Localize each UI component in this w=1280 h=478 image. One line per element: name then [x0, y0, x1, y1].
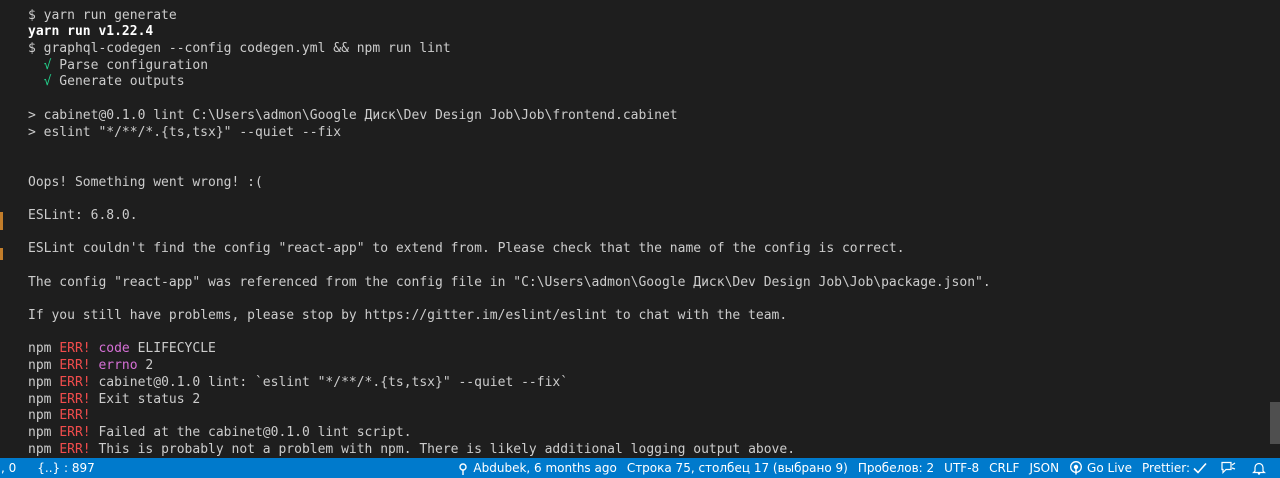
- npm-prefix: npm: [28, 374, 60, 390]
- npm-err-tag: ERR!: [59, 441, 91, 457]
- status-indentation[interactable]: Пробелов: 2: [853, 458, 939, 478]
- npm-err-tag: ERR!: [59, 391, 91, 407]
- terminal-line: npm ERR! cabinet@0.1.0 lint: `eslint "*/…: [28, 375, 1258, 392]
- terminal-line: > cabinet@0.1.0 lint C:\Users\admon\Goog…: [28, 108, 1258, 125]
- terminal-line: $ graphql-codegen --config codegen.yml &…: [28, 41, 1258, 58]
- status-go-live[interactable]: Go Live: [1064, 458, 1137, 478]
- line-text: 2: [137, 358, 154, 374]
- status-cursor-fragment[interactable]: , 0: [0, 458, 21, 478]
- line-text: Failed at the cabinet@0.1.0 lint script.: [90, 424, 412, 440]
- terminal-line: > eslint "*/**/*.{ts,tsx}" --quiet --fix: [28, 125, 1258, 142]
- terminal-line: npm ERR! errno 2: [28, 358, 1258, 375]
- line-text: Parse configuration: [51, 57, 209, 73]
- status-git-blame[interactable]: Abdubek, 6 months ago: [452, 458, 621, 478]
- npm-err-tag: ERR!: [59, 408, 91, 424]
- terminal-line: npm ERR! This is probably not a problem …: [28, 442, 1258, 458]
- status-cursor-position[interactable]: Строка 75, столбец 17 (выбрано 9): [622, 458, 853, 478]
- line-text: $ yarn run generate: [28, 7, 177, 23]
- terminal-output: $ yarn run generate yarn run v1.22.4 $ gra…: [28, 0, 1258, 458]
- terminal-line: npm ERR!: [28, 408, 1258, 425]
- git-blame-label: Abdubek, 6 months ago: [473, 461, 617, 475]
- line-text: Generate outputs: [51, 74, 185, 90]
- npm-prefix: npm: [28, 341, 60, 357]
- terminal-line: Oops! Something went wrong! :(: [28, 175, 1258, 192]
- line-text: Oops! Something went wrong! :(: [28, 174, 263, 190]
- terminal-line: npm ERR! Exit status 2: [28, 392, 1258, 409]
- npm-err-tag: ERR!: [59, 358, 91, 374]
- status-language-mode[interactable]: JSON: [1024, 458, 1064, 478]
- terminal-line: If you still have problems, please stop …: [28, 308, 1258, 325]
- line-text: The config "react-app" was referenced fr…: [28, 274, 991, 290]
- npm-prefix: npm: [28, 358, 60, 374]
- terminal-scrollbar[interactable]: [1266, 0, 1280, 458]
- terminal-line: √ Generate outputs: [28, 74, 1258, 91]
- line-endings-label: CRLF: [989, 461, 1020, 475]
- terminal-panel[interactable]: $ yarn run generate yarn run v1.22.4 $ gra…: [0, 0, 1280, 458]
- terminal-line: $ yarn run generate: [28, 8, 1258, 25]
- scrollbar-thumb[interactable]: [1270, 402, 1280, 444]
- prettier-label: Prettier:: [1142, 461, 1190, 475]
- line-text: If you still have problems, please stop …: [28, 308, 788, 324]
- line-text: ESLint: 6.8.0.: [28, 207, 138, 223]
- status-prettier[interactable]: Prettier:: [1137, 458, 1212, 478]
- line-text: > cabinet@0.1.0 lint C:\Users\admon\Goog…: [28, 107, 678, 123]
- terminal-line: ESLint: 6.8.0.: [28, 208, 1258, 225]
- git-commit-icon: [457, 461, 469, 475]
- checkmark-icon: [1193, 462, 1207, 474]
- npm-err-key: code: [90, 341, 130, 357]
- status-json-selector[interactable]: {..} : 897: [32, 458, 99, 478]
- line-text: Exit status 2: [90, 391, 201, 407]
- cursor-fragment-label: , 0: [1, 461, 17, 475]
- gutter-marker: [0, 212, 3, 230]
- gutter-marker: [0, 248, 3, 260]
- npm-err-tag: ERR!: [59, 424, 91, 440]
- terminal-line: npm ERR! Failed at the cabinet@0.1.0 lin…: [28, 425, 1258, 442]
- status-bar: , 0 {..} : 897 Abdubek, 6 months ago Стро…: [0, 458, 1280, 478]
- npm-prefix: npm: [28, 424, 60, 440]
- npm-prefix: npm: [28, 408, 60, 424]
- line-text: > eslint "*/**/*.{ts,tsx}" --quiet --fix: [28, 124, 342, 140]
- line-text: $ graphql-codegen --config codegen.yml &…: [28, 41, 451, 57]
- npm-err-key: errno: [90, 358, 138, 374]
- cursor-position-label: Строка 75, столбец 17 (выбрано 9): [626, 461, 848, 475]
- feedback-icon: [1220, 461, 1236, 475]
- terminal-line: √ Parse configuration: [28, 58, 1258, 75]
- line-text: ELIFECYCLE: [129, 341, 216, 357]
- go-live-label: Go Live: [1087, 461, 1133, 475]
- line-text: This is probably not a problem with npm.…: [90, 441, 796, 457]
- status-encoding[interactable]: UTF-8: [939, 458, 984, 478]
- broadcast-icon: [1069, 461, 1083, 475]
- npm-err-tag: ERR!: [59, 341, 91, 357]
- terminal-line: npm ERR! code ELIFECYCLE: [28, 341, 1258, 358]
- npm-prefix: npm: [28, 391, 60, 407]
- status-notifications[interactable]: [1244, 458, 1274, 478]
- encoding-label: UTF-8: [944, 461, 980, 475]
- json-selector-label: {..} : 897: [37, 461, 95, 475]
- terminal-line: yarn run v1.22.4: [28, 24, 1258, 41]
- status-feedback[interactable]: [1212, 458, 1244, 478]
- line-text: yarn run v1.22.4: [28, 24, 154, 40]
- terminal-line: ESLint couldn't find the config "react-a…: [28, 241, 1258, 258]
- indentation-label: Пробелов: 2: [857, 461, 935, 475]
- bell-icon: [1252, 461, 1266, 475]
- terminal-line: The config "react-app" was referenced fr…: [28, 275, 1258, 292]
- line-text: ESLint couldn't find the config "react-a…: [28, 241, 905, 257]
- status-line-endings[interactable]: CRLF: [984, 458, 1024, 478]
- npm-prefix: npm: [28, 441, 60, 457]
- line-text: cabinet@0.1.0 lint: `eslint "*/**/*.{ts,…: [90, 374, 569, 390]
- npm-err-tag: ERR!: [59, 374, 91, 390]
- language-mode-label: JSON: [1029, 461, 1060, 475]
